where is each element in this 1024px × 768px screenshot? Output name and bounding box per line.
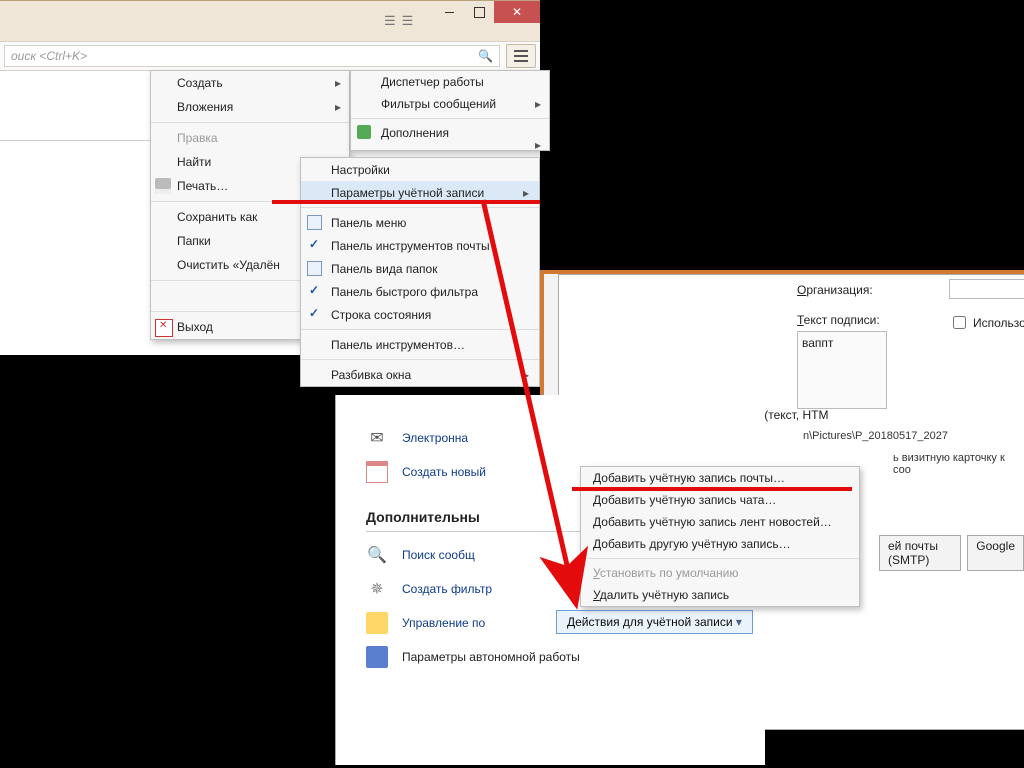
menu-separator xyxy=(581,558,859,559)
titlebar-doc-icons: ☰ ☰ xyxy=(384,13,413,29)
vcard-note: ь визитную карточку к соо xyxy=(893,452,1024,476)
red-highlight-bar xyxy=(572,487,852,491)
add-feed-account[interactable]: Добавить учётную запись лент новостей… xyxy=(581,511,859,533)
offline-icon xyxy=(366,646,388,668)
chevron-right-icon: ▸ xyxy=(523,186,529,200)
chevron-right-icon: ▸ xyxy=(535,97,541,111)
window-close-button[interactable] xyxy=(494,1,540,23)
menu-menubar[interactable]: Панель меню xyxy=(301,211,539,234)
menu-dispatcher[interactable]: Диспетчер работы xyxy=(351,71,549,93)
window-maximize-button[interactable] xyxy=(464,1,494,23)
account-actions-button[interactable]: Действия для учётной записи xyxy=(556,610,753,634)
menu-status-bar[interactable]: Строка состояния xyxy=(301,303,539,326)
menu-folder-view-panel[interactable]: Панель вида папок xyxy=(301,257,539,280)
menu-mail-toolbar[interactable]: Панель инструментов почты xyxy=(301,234,539,257)
folder-icon xyxy=(366,612,388,634)
menu-attachments[interactable]: Вложения▸ xyxy=(151,95,349,119)
submenu-options: Настройки Параметры учётной записи▸ Пане… xyxy=(300,157,540,387)
menu-addons[interactable]: Дополнения xyxy=(351,122,549,144)
chevron-right-icon: ▸ xyxy=(335,100,341,114)
menu-create[interactable]: Создать▸ xyxy=(151,71,349,95)
menu-separator xyxy=(151,122,349,123)
chevron-right-icon: ▸ xyxy=(535,138,541,152)
organization-input[interactable] xyxy=(949,279,1024,299)
add-other-account[interactable]: Добавить другую учётную запись… xyxy=(581,533,859,555)
background-black xyxy=(0,395,335,768)
smtp-button[interactable]: ей почты (SMTP) xyxy=(879,535,961,571)
app-menu-button[interactable] xyxy=(506,44,536,68)
use-html-checkbox[interactable]: Использов xyxy=(949,313,1024,332)
signature-textarea[interactable]: ваппт xyxy=(797,331,887,409)
menu-separator xyxy=(301,359,539,360)
chevron-right-icon: ▸ xyxy=(523,368,529,382)
menu-separator xyxy=(351,118,549,119)
calendar-icon xyxy=(366,461,388,483)
menu-separator xyxy=(301,207,539,208)
welcome-offline-link[interactable]: Параметры автономной работы xyxy=(366,646,735,668)
menu-window-split[interactable]: Разбивка окна▸ xyxy=(301,363,539,386)
toolbar: оиск <Ctrl+K> 🔍 xyxy=(0,41,540,71)
menu-separator xyxy=(301,329,539,330)
set-default-account: Установить по умолчанию xyxy=(581,562,859,584)
search-input[interactable]: оиск <Ctrl+K> 🔍 xyxy=(4,45,500,67)
red-highlight-bar xyxy=(272,200,540,204)
menu-toolbars[interactable]: Панель инструментов… xyxy=(301,333,539,356)
menu-quick-filter-panel[interactable]: Панель быстрого фильтра xyxy=(301,280,539,303)
menu-edit: Правка xyxy=(151,126,349,150)
signature-text-label: Текст подписи: xyxy=(797,313,880,327)
delete-account[interactable]: Удалить учётную запись xyxy=(581,584,859,606)
search-placeholder: оиск <Ctrl+K> xyxy=(11,49,87,63)
filter-icon xyxy=(366,578,388,600)
titlebar: ☰ ☰ xyxy=(0,1,540,41)
search-icon xyxy=(366,544,388,566)
add-chat-account[interactable]: Добавить учётную запись чата… xyxy=(581,489,859,511)
search-icon: 🔍 xyxy=(478,49,493,63)
submenu-tools: Диспетчер работы Фильтры сообщений▸ Допо… xyxy=(350,70,550,151)
menu-message-filters[interactable]: Фильтры сообщений▸ xyxy=(351,93,549,115)
window-minimize-button[interactable] xyxy=(434,1,464,23)
google-button[interactable]: Google xyxy=(967,535,1024,571)
welcome-email-link[interactable]: Электронна xyxy=(366,427,735,449)
organization-label: Организация: xyxy=(797,283,873,297)
spacer: ▸ xyxy=(351,144,549,150)
add-mail-account[interactable]: Добавить учётную запись почты… xyxy=(581,467,859,489)
calendar-icon: ☰ xyxy=(384,13,396,29)
menu-settings[interactable]: Настройки xyxy=(301,158,539,181)
signature-file-path: n\Pictures\P_20180517_2027 xyxy=(803,430,1024,442)
mail-icon xyxy=(366,427,388,449)
calendar-icon: ☰ xyxy=(402,13,414,29)
chevron-right-icon: ▸ xyxy=(335,76,341,90)
